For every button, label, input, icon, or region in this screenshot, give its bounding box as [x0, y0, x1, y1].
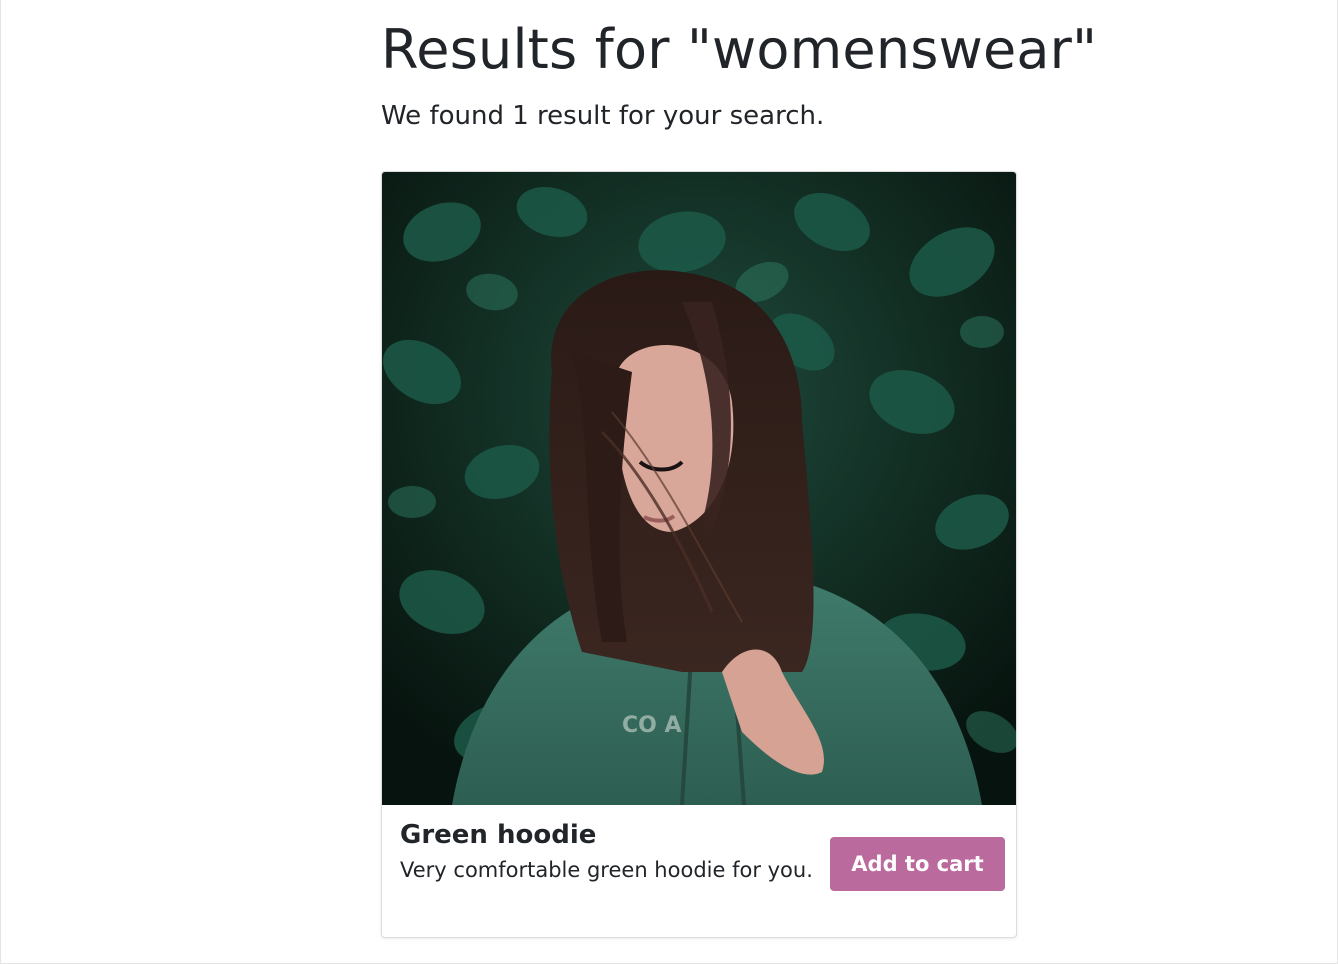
- add-to-cart-button[interactable]: Add to cart: [830, 837, 1005, 891]
- product-name[interactable]: Green hoodie: [400, 817, 820, 853]
- results-header: Results for "womenswear" We found 1 resu…: [381, 14, 1141, 134]
- product-card: CO A Green hoodie Very comfortable green…: [381, 171, 1017, 938]
- product-image[interactable]: CO A: [382, 172, 1016, 805]
- svg-text:CO A: CO A: [622, 713, 682, 738]
- results-summary: We found 1 result for your search.: [381, 101, 825, 131]
- search-results-page: Results for "womenswear" We found 1 resu…: [0, 0, 1338, 964]
- product-card-body: Green hoodie Very comfortable green hood…: [400, 817, 820, 885]
- page-title: Results for "womenswear": [381, 18, 1098, 81]
- product-description: Very comfortable green hoodie for you.: [400, 858, 813, 882]
